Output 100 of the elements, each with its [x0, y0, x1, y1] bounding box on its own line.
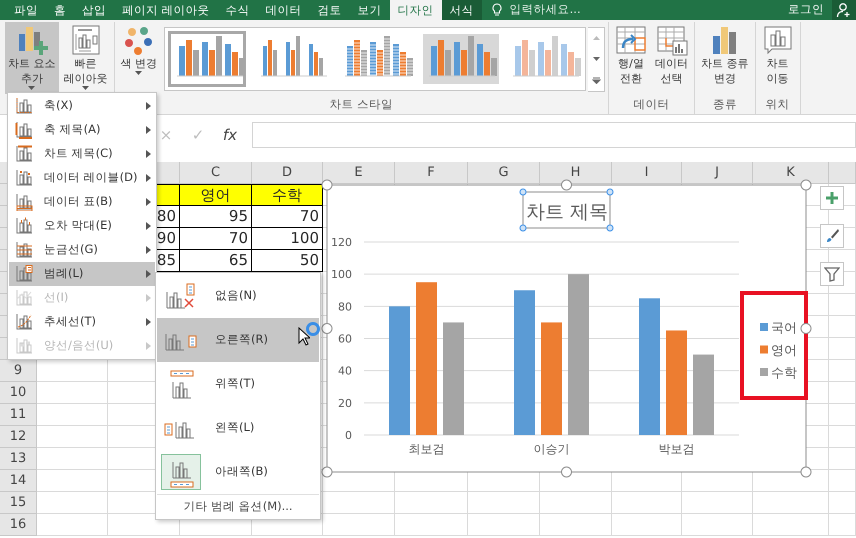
column-header[interactable]: H: [540, 162, 612, 184]
submenu-arrow-icon: [146, 198, 151, 206]
more-options-link[interactable]: 기타 범례 옵션(M)...: [157, 494, 319, 518]
grid-cell: [468, 514, 540, 536]
ribbon-tab[interactable]: 보기: [350, 0, 390, 20]
sign-in-link[interactable]: 로그인: [780, 0, 832, 20]
ribbon-tab[interactable]: 수식: [218, 0, 258, 20]
chart-style-thumbnail[interactable]: [168, 31, 246, 87]
resize-handle[interactable]: [606, 224, 614, 232]
resize-handle[interactable]: [520, 188, 526, 196]
row-header[interactable]: 10: [0, 382, 37, 404]
chart-title[interactable]: 차트 제목: [526, 201, 608, 223]
row-header[interactable]: 15: [0, 492, 37, 514]
column-header[interactable]: G: [468, 162, 540, 184]
switch-button[interactable]: 행/열 전환: [612, 22, 650, 94]
resize-handle[interactable]: [606, 188, 614, 196]
resize-handle[interactable]: [561, 466, 572, 478]
select-data-button[interactable]: 데이터 선택: [652, 22, 691, 94]
submenu-arrow-icon: [146, 150, 151, 158]
row-header[interactable]: 9: [0, 360, 37, 382]
column-header[interactable]: I: [612, 162, 682, 184]
table-cell: 70: [252, 206, 323, 228]
column-header[interactable]: C: [180, 162, 252, 184]
row-header[interactable]: 11: [0, 404, 37, 426]
layout-icon: [70, 24, 102, 56]
axis-tick-label: 0: [345, 429, 352, 442]
more-styles-button[interactable]: [588, 70, 604, 91]
ribbon-tab[interactable]: 검토: [310, 0, 350, 20]
resize-handle[interactable]: [800, 466, 812, 478]
submenu-arrow-icon: [146, 294, 151, 302]
row-header[interactable]: 12: [0, 426, 37, 448]
column-header[interactable]: F: [395, 162, 468, 184]
resize-handle[interactable]: [322, 323, 332, 334]
row-header[interactable]: 16: [0, 514, 37, 536]
grid-cell: [323, 514, 395, 536]
ribbon-tab[interactable]: 데이터: [258, 0, 310, 20]
chart-styles-button[interactable]: [820, 224, 844, 248]
filter-icon: [824, 266, 840, 282]
group-label: 위치: [766, 96, 790, 113]
grid-cell: [682, 492, 753, 514]
menu-item[interactable]: 없음(N): [157, 274, 319, 318]
tell-me-field[interactable]: 입력하세요...: [508, 0, 594, 20]
brush-icon: [824, 228, 840, 244]
menu-item[interactable]: 위쪽(T): [157, 362, 319, 406]
row-header[interactable]: 14: [0, 470, 37, 492]
grid-cell: [829, 426, 856, 448]
resize-handle[interactable]: [322, 180, 332, 190]
menu-item[interactable]: 아래쪽(B): [157, 450, 319, 494]
group-label: 차트 스타일: [329, 96, 394, 113]
move-button[interactable]: 차트 이동: [758, 22, 796, 94]
chart-element-icon: [15, 121, 34, 139]
column-header[interactable]: E: [323, 162, 395, 184]
legend-label: 수학: [771, 366, 797, 381]
grid-cell: [829, 514, 856, 536]
chart-style-thumbnail[interactable]: [420, 31, 498, 87]
legend-label: 국어: [771, 321, 797, 336]
grid-cell: [37, 514, 108, 536]
formula-input[interactable]: [252, 122, 856, 148]
resize-handle[interactable]: [800, 323, 812, 334]
chart-filter-button[interactable]: [820, 262, 844, 286]
grid-cell: [540, 514, 612, 536]
resize-handle[interactable]: [800, 180, 812, 190]
menu-item[interactable]: 범례(L): [9, 262, 155, 286]
menu-item[interactable]: 오른쪽(R): [157, 318, 319, 362]
ribbon-tab[interactable]: 삽입: [74, 0, 114, 20]
grid-cell: [829, 360, 856, 382]
ribbon-tab[interactable]: 파일: [6, 0, 46, 20]
menu-item[interactable]: 추세선(T): [9, 310, 155, 334]
axis-tick-label: 40: [338, 364, 352, 378]
ribbon-tab[interactable]: 디자인: [390, 0, 442, 20]
chart-elements-button[interactable]: [820, 186, 844, 210]
color-button[interactable]: 색 변경: [118, 22, 160, 94]
resize-handle[interactable]: [322, 466, 332, 478]
chart-element-icon: [15, 217, 34, 235]
column-header[interactable]: J: [682, 162, 753, 184]
axis-tick-label: 120: [331, 236, 352, 249]
resize-handle[interactable]: [520, 224, 526, 232]
table-cell: 100: [252, 228, 323, 250]
ribbon-tab[interactable]: 홈: [46, 0, 74, 20]
table-cell: 70: [180, 228, 252, 250]
chart-element-icon: [15, 313, 34, 331]
change-type-button[interactable]: 차트 종류 변경: [698, 22, 752, 94]
category-label: 박보검: [658, 442, 694, 456]
grid-cell: [829, 316, 856, 338]
column-header[interactable]: K: [753, 162, 829, 184]
ribbon-tab[interactable]: 페이지 레이아웃: [114, 0, 218, 20]
menu-item[interactable]: 축(X): [9, 94, 155, 118]
add-element-button[interactable]: 차트 요소 추가: [5, 22, 58, 94]
grid-cell: [829, 404, 856, 426]
grid-cell: [612, 492, 682, 514]
chart-element-icon: [15, 289, 34, 307]
insert-function-button[interactable]: fx: [214, 122, 246, 148]
ribbon-tab[interactable]: 서식: [442, 0, 482, 20]
row-header[interactable]: 13: [0, 448, 37, 470]
grid-cell: [468, 492, 540, 514]
grid-cell: [829, 448, 856, 470]
chart-element-icon: [15, 97, 34, 115]
column-header[interactable]: D: [252, 162, 323, 184]
menu-item[interactable]: 데이터 레이블(D): [9, 166, 155, 190]
menu-item[interactable]: 왼쪽(L): [157, 406, 319, 450]
